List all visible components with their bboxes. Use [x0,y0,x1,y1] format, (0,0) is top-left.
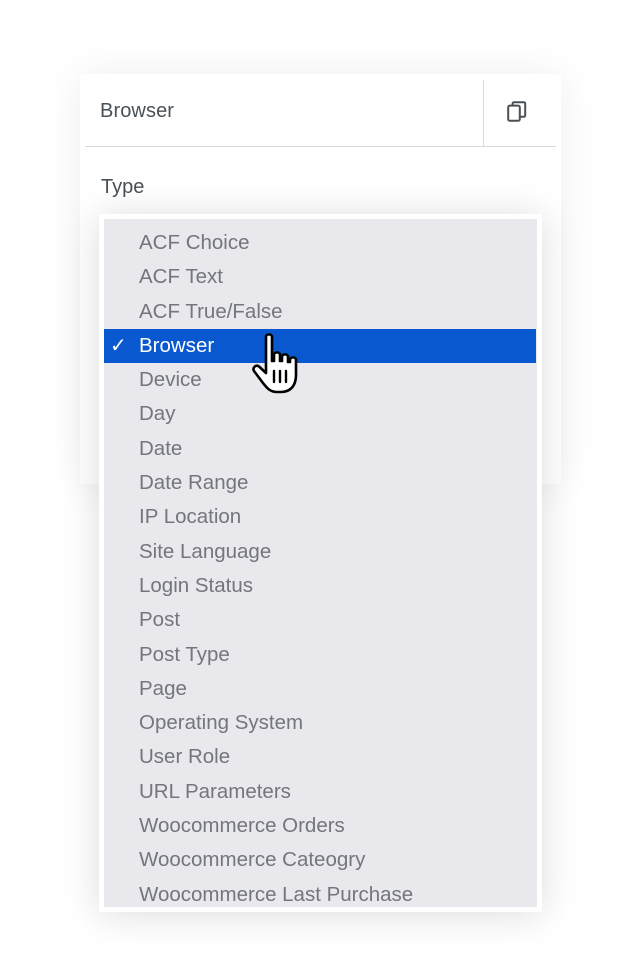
dropdown-option[interactable]: URL Parameters [104,775,537,809]
dropdown-option-label: ACF Text [139,265,223,289]
type-dropdown[interactable]: ACF Choice ACF Text ACF True/False ✓ Browser… [99,214,542,912]
dropdown-option[interactable]: Site Language [104,535,537,569]
dropdown-option-label: URL Parameters [139,779,291,803]
dropdown-option-label: Woocommerce Last Purchase [139,882,414,906]
dropdown-option-label: Page [139,676,187,700]
dropdown-option[interactable]: Post Type [104,638,537,672]
dropdown-option[interactable]: ACF Text [104,260,537,294]
dropdown-option-label: Post [139,608,181,632]
dropdown-option[interactable]: Post [104,603,537,637]
dropdown-option[interactable]: User Role [104,740,537,774]
dropdown-option[interactable]: ACF Choice [104,226,537,260]
panel-header: Browser [85,74,556,147]
dropdown-option-label: Woocommerce Orders [139,814,345,838]
dropdown-option-label: Device [139,368,202,392]
dropdown-option-label: Date Range [139,471,249,495]
dropdown-option[interactable]: ACF True/False [104,295,537,329]
dropdown-option-label: Site Language [139,539,272,563]
dropdown-option-label: IP Location [139,505,242,529]
dropdown-option-label: Browser [139,333,215,357]
dropdown-option-label: Operating System [139,711,304,735]
duplicate-button[interactable] [501,96,533,128]
header-divider [483,80,484,146]
dropdown-option[interactable]: Login Status [104,569,537,603]
copy-icon [507,101,527,122]
dropdown-option[interactable]: Date Range [104,466,537,500]
dropdown-option-label: Login Status [139,573,253,597]
dropdown-options-list: ACF Choice ACF Text ACF True/False ✓ Browser… [104,219,537,907]
dropdown-option-label: ACF Choice [139,231,250,254]
dropdown-option[interactable]: Day [104,397,537,431]
checkmark-icon: ✓ [110,334,127,357]
dropdown-option[interactable]: IP Location [104,500,537,534]
dropdown-option[interactable]: Woocommerce Orders [104,809,537,843]
dropdown-option-label: Woocommerce Cateogry [139,848,366,872]
dropdown-option-label: Date [139,436,183,460]
dropdown-option[interactable]: Woocommerce Cateogry [104,843,537,877]
dropdown-option[interactable]: ✓ Browser [104,328,536,364]
type-label: Type [101,176,145,198]
dropdown-option-label: Day [139,402,176,426]
dropdown-option[interactable]: Operating System [104,706,537,740]
dropdown-option-label: ACF True/False [139,299,283,323]
hand-pointer-icon [252,333,298,394]
panel-title: Browser [100,100,175,122]
dropdown-option[interactable]: Device [104,363,537,397]
dropdown-option[interactable]: Date [104,432,537,466]
dropdown-option-label: Post Type [139,642,230,666]
dropdown-option-label: User Role [139,745,231,769]
dropdown-option[interactable]: Page [104,672,537,706]
dropdown-option[interactable]: Woocommerce Last Purchase [104,878,537,912]
